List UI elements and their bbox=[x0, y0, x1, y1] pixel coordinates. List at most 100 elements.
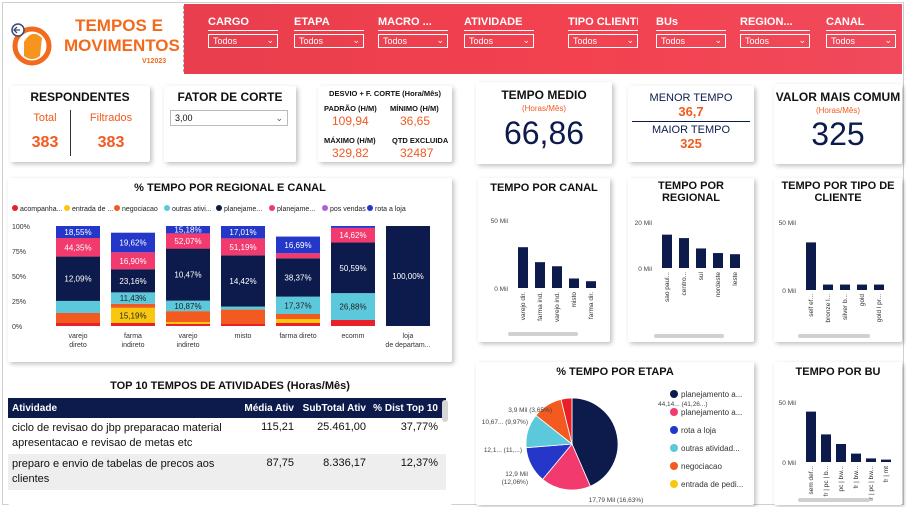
fator-card: FATOR DE CORTE 3,00 ⌄ bbox=[164, 86, 296, 162]
data-label: 16,90% bbox=[119, 257, 146, 266]
scrollbar bbox=[654, 334, 724, 338]
bar bbox=[840, 284, 850, 290]
valor-comum-subtitle: (Horas/Mês) bbox=[815, 106, 860, 115]
filter-value: Todos bbox=[383, 36, 408, 46]
maior-label: MAIOR TEMPO bbox=[651, 124, 731, 136]
stack-segment bbox=[276, 314, 320, 319]
filter-dropdown[interactable]: Todos ⌄ bbox=[568, 34, 638, 48]
stack-segment bbox=[56, 300, 100, 313]
bar bbox=[851, 453, 861, 462]
valor-comum-card: VALOR MAIS COMUM (Horas/Mês) 325 bbox=[774, 84, 902, 164]
bar bbox=[836, 444, 846, 462]
tempo-medio-card: TEMPO MEDIO (Horas/Mês) 66,86 bbox=[476, 82, 612, 164]
divider-line bbox=[632, 121, 750, 122]
filter-2: ETAPA Todos ⌄ bbox=[294, 16, 364, 48]
data-label: 23,16% bbox=[119, 277, 146, 286]
tempo-bu-chart: 50 Mil 0 Mil sem def... fr | pc | b... pc | … bbox=[779, 400, 891, 502]
stack-segment bbox=[276, 323, 320, 326]
valor-comum-value: 325 bbox=[811, 116, 865, 152]
filter-label: TIPO CLIENTE bbox=[568, 16, 638, 31]
data-label: 10,87% bbox=[174, 302, 201, 311]
y-tick-label: 50% bbox=[12, 274, 26, 281]
filter-dropdown[interactable]: Todos ⌄ bbox=[656, 34, 726, 48]
filter-value: Todos bbox=[831, 36, 856, 46]
legend-label: negociacao bbox=[122, 206, 158, 213]
legend-dot bbox=[12, 205, 18, 211]
filter-label: BUs bbox=[656, 16, 726, 31]
cell-subtotal: 25.461,00 bbox=[317, 421, 366, 433]
pie-data-label: 12,9 Mil bbox=[505, 471, 528, 478]
filter-dropdown[interactable]: Todos ⌄ bbox=[294, 34, 364, 48]
stack-segment bbox=[276, 319, 320, 323]
tempo-canal-chart: 50 Mil 0 Mil varejo dir. farma ind. varejo i… bbox=[491, 218, 596, 336]
minimo-value: 36,65 bbox=[400, 114, 431, 128]
x-tick-label: fr | pc | b... bbox=[823, 466, 830, 497]
x-tick-label: farma dir. bbox=[588, 292, 595, 319]
padrao-label: PADRÃO (H/M) bbox=[324, 104, 377, 113]
etapa-title: % TEMPO POR ETAPA bbox=[556, 366, 674, 378]
legend-dot bbox=[670, 426, 678, 434]
scrollbar bbox=[508, 332, 578, 336]
table-header: Atividade Média Ativ SubTotal Ativ % Dis… bbox=[8, 398, 446, 418]
x-tick-label: indireto bbox=[122, 342, 145, 349]
col-media[interactable]: Média Ativ bbox=[236, 403, 294, 414]
stack-segment bbox=[221, 324, 265, 326]
tempo-medio-value: 66,86 bbox=[503, 115, 585, 151]
table-row[interactable]: preparo e envio de tabelas de precos aos… bbox=[8, 454, 446, 490]
filter-dropdown[interactable]: Todos ⌄ bbox=[464, 34, 534, 48]
filter-dropdown[interactable]: Todos ⌄ bbox=[826, 34, 896, 48]
data-label: 26,88% bbox=[339, 303, 366, 312]
x-tick-label: varejo bbox=[68, 333, 87, 340]
filter-dropdown[interactable]: Todos ⌄ bbox=[740, 34, 810, 48]
regional-canal-title: % TEMPO POR REGIONAL E CANAL bbox=[134, 182, 326, 194]
tempo-canal-card: TEMPO POR CANAL 50 Mil 0 Mil varejo dir. fa… bbox=[478, 178, 610, 342]
data-label: 10,47% bbox=[174, 271, 201, 280]
maior-value: 325 bbox=[680, 136, 702, 151]
legend-label: entrada de ... bbox=[72, 206, 113, 213]
y-tick-label: 50 Mil bbox=[491, 218, 509, 225]
cell-atividade: ciclo de revisao do jbp preparacao mater… bbox=[12, 422, 222, 449]
col-dist[interactable]: % Dist Top 10 bbox=[366, 403, 438, 414]
filter-dropdown[interactable]: Todos ⌄ bbox=[208, 34, 278, 48]
x-tick-label: misto bbox=[571, 292, 578, 308]
table-scrollbar[interactable] bbox=[442, 400, 448, 422]
tempo-canal-title: TEMPO POR CANAL bbox=[490, 182, 598, 194]
chevron-down-icon: ⌄ bbox=[275, 113, 283, 123]
tempo-bu-title: TEMPO POR BU bbox=[795, 366, 881, 378]
logo-area: TEMPOS E MOVIMENTOS V12023 bbox=[4, 6, 184, 72]
filter-7: REGION... Todos ⌄ bbox=[740, 16, 810, 48]
desvio-card: DESVIO + F. CORTE (Hora/Mês) PADRÃO (H/M… bbox=[318, 86, 452, 162]
legend-label: planejame... bbox=[277, 206, 315, 213]
chevron-down-icon: ⌄ bbox=[352, 35, 360, 45]
scrollbar bbox=[798, 498, 870, 502]
bar bbox=[696, 248, 706, 268]
filter-label: ETAPA bbox=[294, 16, 364, 31]
filter-dropdown[interactable]: Todos ⌄ bbox=[378, 34, 448, 48]
fator-value: 3,00 bbox=[175, 113, 193, 123]
pie-data-label: 17,79 Mil (16,63%) bbox=[589, 497, 644, 504]
minimo-label: MÍNIMO (H/M) bbox=[390, 104, 439, 113]
filter-bar: CARGO Todos ⌄ ETAPA Todos ⌄ MACRO ... Todos ⌄ ATI… bbox=[184, 4, 902, 74]
x-tick-label: sem def... bbox=[808, 466, 815, 495]
top10-table: Atividade Média Ativ SubTotal Ativ % Dis… bbox=[8, 398, 446, 490]
filter-value: Todos bbox=[299, 36, 324, 46]
filter-5: TIPO CLIENTE Todos ⌄ bbox=[568, 16, 638, 48]
bar bbox=[823, 284, 833, 290]
fator-dropdown[interactable]: 3,00 ⌄ bbox=[170, 110, 288, 126]
legend-dot bbox=[216, 205, 222, 211]
top10-title: TOP 10 TEMPOS DE ATIVIDADES (Horas/Mês) bbox=[110, 380, 350, 392]
etapa-pie-chart: 44,14... (41,26...) 17,79 Mil (16,63%) 12,… bbox=[482, 390, 743, 504]
table-row[interactable]: ciclo de revisao do jbp preparacao mater… bbox=[8, 418, 446, 454]
stack-segment bbox=[166, 311, 210, 322]
legend-dot bbox=[670, 480, 678, 488]
col-atividade[interactable]: Atividade bbox=[8, 403, 236, 414]
tempo-tipo-cliente-chart: 50 Mil 0 Mil self ef... bronze l... silver b… bbox=[779, 220, 884, 338]
col-subtotal[interactable]: SubTotal Ativ bbox=[294, 403, 366, 414]
bar bbox=[518, 247, 528, 288]
filter-value: Todos bbox=[745, 36, 770, 46]
stack-segment bbox=[276, 253, 320, 259]
x-tick-label: varejo dir. bbox=[520, 292, 527, 320]
filter-label: CARGO bbox=[208, 16, 278, 31]
padrao-value: 109,94 bbox=[332, 114, 369, 128]
tempo-regional-title: TEMPO POR REGIONAL bbox=[657, 180, 724, 204]
